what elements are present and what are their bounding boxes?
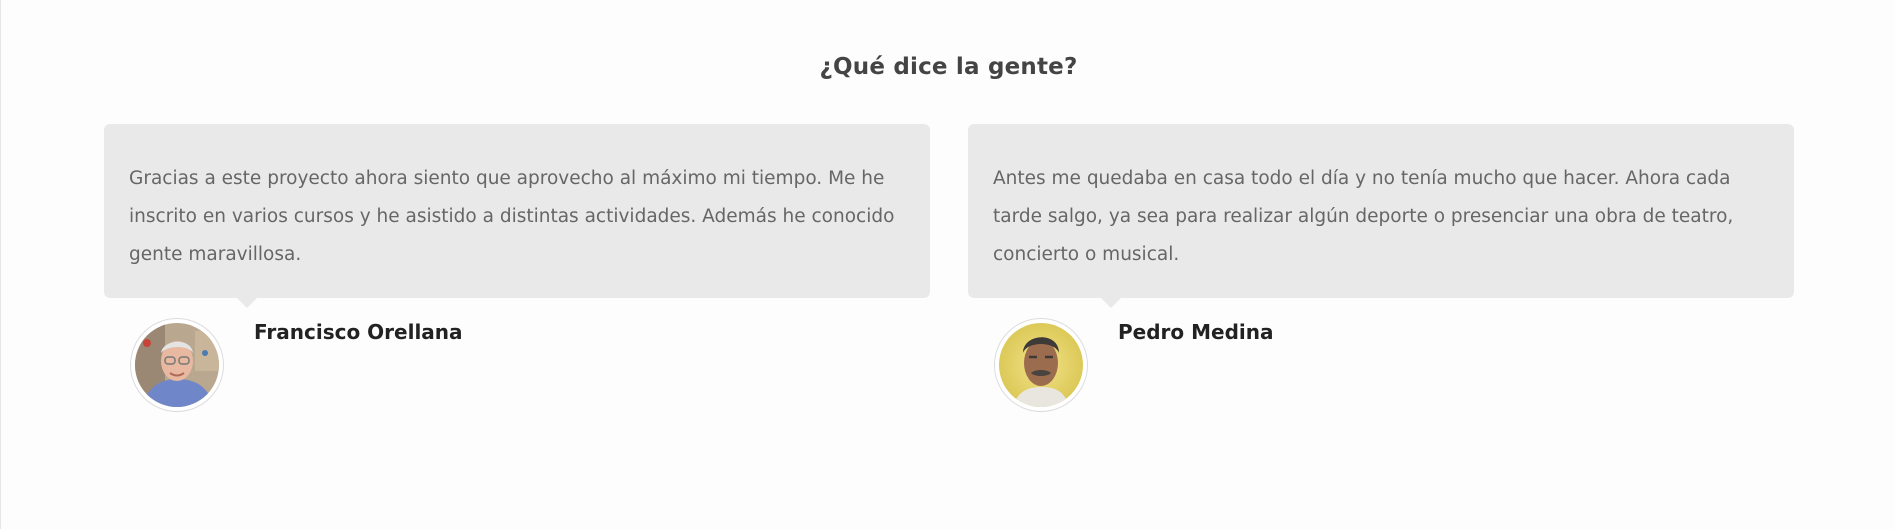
author-info: Francisco Orellana [104, 298, 930, 412]
avatar [994, 318, 1088, 412]
author-name: Pedro Medina [1118, 320, 1274, 344]
testimonial-card: Gracias a este proyecto ahora siento que… [104, 124, 930, 412]
author-info: Pedro Medina [968, 298, 1794, 412]
section-title: ¿Qué dice la gente? [819, 54, 1078, 80]
avatar [130, 318, 224, 412]
quote-bubble: Antes me quedaba en casa todo el día y n… [968, 124, 1794, 308]
quote-text: Antes me quedaba en casa todo el día y n… [993, 168, 1734, 265]
quote-bubble: Gracias a este proyecto ahora siento que… [104, 124, 930, 308]
person-photo-icon [135, 323, 219, 407]
quote-text: Gracias a este proyecto ahora siento que… [129, 168, 895, 265]
testimonial-card: Antes me quedaba en casa todo el día y n… [968, 124, 1794, 412]
author-name: Francisco Orellana [254, 320, 463, 344]
person-photo-icon [999, 323, 1083, 407]
